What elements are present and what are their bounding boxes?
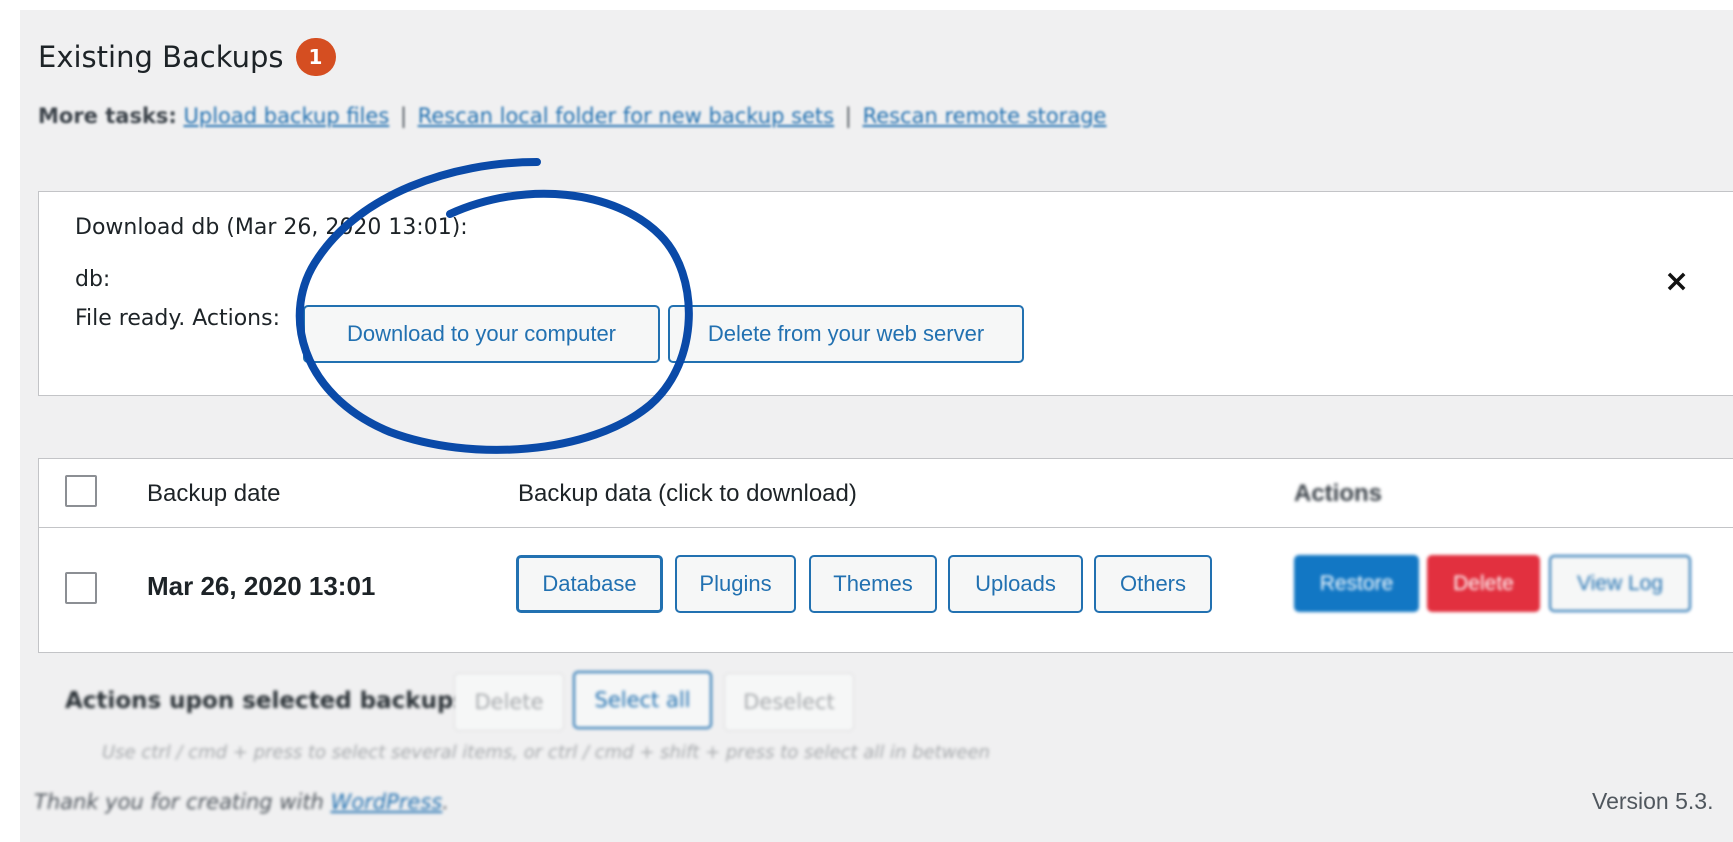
wordpress-link[interactable]: WordPress	[331, 790, 443, 814]
plugins-download-button[interactable]: Plugins	[675, 555, 796, 613]
download-to-computer-button[interactable]: Download to your computer	[303, 305, 660, 363]
select-all-checkbox[interactable]	[65, 475, 97, 507]
view-log-button[interactable]: View Log	[1549, 555, 1691, 612]
upload-backup-files-link[interactable]: Upload backup files	[184, 104, 390, 128]
bulk-deselect-button[interactable]: Deselect	[724, 673, 854, 731]
column-header-backup-data: Backup data (click to download)	[518, 480, 857, 507]
page-title-text: Existing Backups	[38, 40, 284, 74]
themes-download-button[interactable]: Themes	[809, 555, 937, 613]
uploads-download-button[interactable]: Uploads	[948, 555, 1083, 613]
separator: |	[399, 104, 408, 128]
delete-backup-button[interactable]: Delete	[1427, 555, 1540, 612]
separator: |	[844, 104, 852, 128]
rescan-local-folder-link[interactable]: Rescan local folder for new backup sets	[418, 104, 834, 128]
restore-button[interactable]: Restore	[1294, 555, 1419, 612]
database-download-button[interactable]: Database	[516, 555, 663, 613]
footer-thanks-suffix: .	[442, 790, 449, 814]
others-download-button[interactable]: Others	[1094, 555, 1212, 613]
bulk-actions-label: Actions upon selected backups	[65, 688, 468, 714]
rescan-remote-storage-link[interactable]: Rescan remote storage	[863, 104, 1107, 128]
more-tasks-bar: More tasks: Upload backup files | Rescan…	[38, 104, 1106, 128]
backup-date-cell: Mar 26, 2020 13:01	[147, 571, 376, 601]
column-header-actions: Actions	[1294, 480, 1383, 507]
page-title: Existing Backups 1	[38, 38, 336, 76]
version-text: Version 5.3.	[1592, 788, 1714, 814]
bulk-actions-hint: Use ctrl / cmd + press to select several…	[102, 742, 990, 763]
table-header-divider	[38, 527, 1733, 528]
bulk-delete-button[interactable]: Delete	[454, 673, 564, 731]
footer-thanks: Thank you for creating with WordPress.	[34, 790, 449, 814]
delete-from-server-button[interactable]: Delete from your web server	[668, 305, 1024, 363]
close-icon[interactable]: ×	[1664, 264, 1689, 299]
row-checkbox[interactable]	[65, 572, 97, 604]
more-tasks-label: More tasks:	[38, 104, 177, 128]
download-status-text: File ready. Actions:	[75, 306, 280, 331]
footer-thanks-prefix: Thank you for creating with	[34, 790, 324, 814]
bulk-select-all-button[interactable]: Select all	[573, 671, 712, 729]
page-canvas	[20, 10, 1733, 842]
backup-count-badge: 1	[295, 38, 336, 76]
download-entity-label: db:	[75, 267, 111, 292]
column-header-backup-date: Backup date	[147, 480, 281, 507]
download-panel-title: Download db (Mar 26, 2020 13:01):	[75, 215, 468, 240]
